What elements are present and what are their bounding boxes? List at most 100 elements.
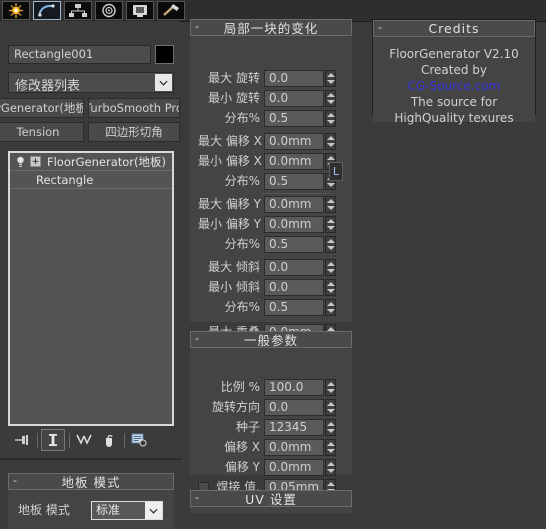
rotation-direction-label: 旋转方向 (211, 400, 260, 414)
min-rotation-spinner[interactable] (325, 90, 336, 107)
expand-plus-icon[interactable]: + (30, 156, 41, 167)
offset-x-spinner[interactable] (325, 439, 336, 456)
scale-percent-spinner[interactable] (325, 379, 336, 396)
min-tilt-spinner[interactable] (325, 279, 336, 296)
min-tilt-field[interactable]: 0.0 (264, 279, 324, 296)
offset-y-label: 偏移 Y (224, 460, 260, 474)
remove-modifier-icon[interactable] (98, 430, 120, 450)
offset-lock-button[interactable]: L (329, 162, 343, 181)
offset-y-distribution-label: 分布% (224, 237, 260, 251)
light-bulb-icon[interactable] (13, 155, 28, 168)
credits-line-textures: HighQuality texures (394, 111, 514, 125)
min-offset-y-field[interactable]: 0.0mm (264, 216, 324, 233)
rotation-direction-spinner[interactable] (325, 399, 336, 416)
chevron-down-icon[interactable] (155, 74, 172, 91)
general-params-title: 一般参数 (243, 333, 298, 348)
min-offset-y-label: 最小 偏移 Y (198, 217, 261, 231)
min-offset-y-spinner[interactable] (325, 216, 336, 233)
modifier-stack-base-label: Rectangle (36, 172, 94, 187)
uv-settings-header[interactable]: - UV 设置 (190, 490, 352, 507)
max-offset-x-field[interactable]: 0.0mm (264, 133, 324, 150)
max-tilt-field[interactable]: 0.0 (264, 259, 324, 276)
offset-x-distribution-field[interactable]: 0.5 (264, 173, 324, 190)
collapse-icon[interactable]: - (195, 333, 204, 344)
min-tilt-label: 最小 倾斜 (208, 280, 260, 294)
make-unique-icon[interactable] (73, 430, 95, 450)
modifier-stack-item-label: FloorGenerator(地板) (47, 154, 166, 169)
collapse-icon[interactable]: - (195, 492, 204, 503)
cg-source-link[interactable]: CG-Source.com (373, 78, 535, 94)
min-offset-x-field[interactable]: 0.0mm (264, 153, 324, 170)
floor-mode-body: 地板 模式 标准 (8, 490, 174, 529)
offset-y-distribution-field[interactable]: 0.5 (264, 236, 324, 253)
pin-stack-icon[interactable] (11, 430, 33, 450)
floor-mode-rollout-header[interactable]: - 地板 模式 (8, 473, 174, 490)
modifier-stack-base-item[interactable]: Rectangle (10, 171, 172, 189)
utilities-tab-icon[interactable] (157, 1, 185, 20)
configure-modifier-sets-icon[interactable] (128, 430, 150, 450)
max-rotation-spinner[interactable] (325, 70, 336, 87)
turbosmooth-pro-button[interactable]: TurboSmooth Pro (88, 98, 180, 118)
chevron-down-icon[interactable] (145, 502, 162, 519)
offset-y-field[interactable]: 0.0mm (264, 459, 324, 476)
modifier-list-label: 修改器列表 (15, 79, 81, 94)
tension-button[interactable]: Tension (0, 122, 84, 142)
min-offset-y-row: 最小 偏移 Y 0.0mm (190, 216, 352, 233)
max-rotation-row: 最大 旋转 0.0 (190, 70, 352, 87)
object-name-row: Rectangle001 (8, 45, 174, 64)
hierarchy-tab-icon[interactable] (64, 1, 92, 20)
scale-percent-field[interactable]: 100.0 (264, 379, 324, 396)
modify-tab-icon[interactable] (33, 1, 61, 20)
tilt-distribution-spinner[interactable] (325, 299, 336, 316)
seed-row: 种子 12345 (190, 419, 352, 436)
floor-mode-label: 地板 模式 (18, 503, 70, 517)
show-end-result-icon[interactable] (41, 429, 65, 451)
collapse-icon[interactable]: - (378, 22, 387, 33)
credits-header[interactable]: - Credits (373, 20, 535, 37)
display-tab-icon[interactable] (126, 1, 154, 20)
motion-tab-icon[interactable] (95, 1, 123, 20)
offset-y-distribution-spinner[interactable] (325, 236, 336, 253)
max-offset-y-field[interactable]: 0.0mm (264, 196, 324, 213)
modifier-stack-list[interactable]: + FloorGenerator(地板) Rectangle (8, 151, 174, 426)
object-color-swatch[interactable] (155, 45, 174, 64)
local-variation-body: 最大 旋转 0.0 最小 旋转 0.0 分布% 0.5 最大 偏移 X 0.0m… (190, 36, 352, 341)
min-rotation-label: 最小 旋转 (208, 91, 260, 105)
general-params-rollout: - 一般参数 比例 % 100.0 旋转方向 0.0 种子 12345 偏移 X… (190, 331, 352, 496)
toolbar-divider-3 (124, 432, 125, 448)
modifier-list-dropdown[interactable]: 修改器列表 (8, 72, 174, 94)
modifier-stack-item[interactable]: + FloorGenerator(地板) (10, 153, 172, 171)
offset-x-field[interactable]: 0.0mm (264, 439, 324, 456)
toolbar-divider-2 (69, 432, 70, 448)
seed-spinner[interactable] (325, 419, 336, 436)
min-rotation-field[interactable]: 0.0 (264, 90, 324, 107)
rotation-distribution-field[interactable]: 0.5 (264, 110, 324, 127)
general-params-header[interactable]: - 一般参数 (190, 331, 352, 348)
scale-percent-label: 比例 % (220, 380, 260, 394)
collapse-icon[interactable]: - (195, 21, 204, 32)
create-tab-icon[interactable] (2, 1, 30, 20)
group-divider (260, 193, 330, 194)
floor-mode-select[interactable]: 标准 (91, 501, 163, 520)
tilt-distribution-field[interactable]: 0.5 (264, 299, 324, 316)
seed-field[interactable]: 12345 (264, 419, 324, 436)
credits-line-createdby: Created by (420, 63, 488, 77)
panel-divider (0, 458, 182, 460)
object-name-input[interactable]: Rectangle001 (8, 45, 151, 64)
max-offset-x-spinner[interactable] (325, 133, 336, 150)
modifier-stack-toolbar (8, 429, 174, 451)
left-command-panel: Rectangle001 修改器列表 orGenerator(地板 TurboS… (0, 21, 182, 529)
offset-y-spinner[interactable] (325, 459, 336, 476)
floor-generator-button[interactable]: orGenerator(地板 (0, 98, 84, 118)
offset-x-distribution-label: 分布% (224, 174, 260, 188)
rotation-distribution-spinner[interactable] (325, 110, 336, 127)
toolbar-divider (37, 432, 38, 448)
max-offset-y-spinner[interactable] (325, 196, 336, 213)
rotation-direction-field[interactable]: 0.0 (264, 399, 324, 416)
quad-chamfer-button[interactable]: 四边形切角 (88, 122, 180, 142)
local-variation-header[interactable]: - 局部一块的变化 (190, 19, 352, 36)
max-tilt-spinner[interactable] (325, 259, 336, 276)
collapse-icon[interactable]: - (13, 475, 22, 486)
min-offset-x-label: 最小 偏移 X (198, 154, 262, 168)
max-rotation-field[interactable]: 0.0 (264, 70, 324, 87)
